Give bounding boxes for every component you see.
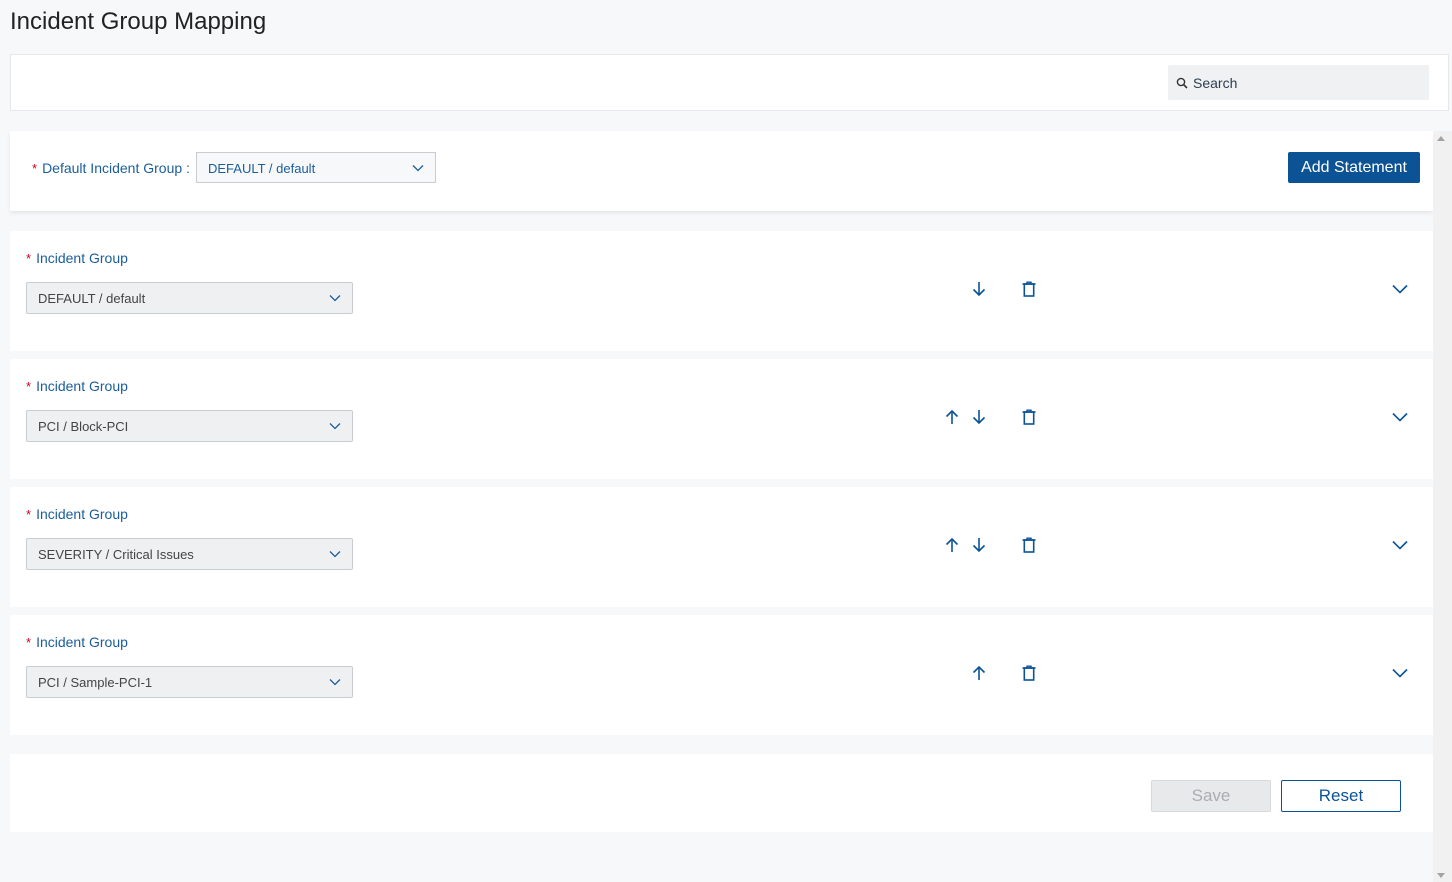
content-area: * Default Incident Group : DEFAULT / defa… xyxy=(10,131,1433,882)
search-input[interactable] xyxy=(1193,74,1413,91)
default-group-label: * Default Incident Group : xyxy=(32,160,190,176)
arrow-up-icon xyxy=(945,409,959,424)
move-down-button[interactable] xyxy=(970,408,988,426)
save-button[interactable]: Save xyxy=(1151,780,1271,812)
arrow-down-icon xyxy=(972,410,986,425)
reset-button[interactable]: Reset xyxy=(1281,780,1401,812)
expand-button[interactable] xyxy=(1391,664,1409,682)
expand-button[interactable] xyxy=(1391,536,1409,554)
trash-icon xyxy=(1022,409,1036,425)
trash-icon xyxy=(1022,537,1036,553)
chevron-down-icon xyxy=(329,295,341,302)
incident-group-select[interactable]: PCI / Block-PCI xyxy=(26,410,353,442)
add-statement-button[interactable]: Add Statement xyxy=(1288,152,1420,183)
scroll-up-arrow-icon[interactable] xyxy=(1437,136,1445,141)
page-title: Incident Group Mapping xyxy=(10,8,267,35)
required-mark: * xyxy=(32,161,38,176)
incident-group-value: SEVERITY / Critical Issues xyxy=(38,547,194,562)
statement-label: * Incident Group xyxy=(26,378,128,394)
delete-button[interactable] xyxy=(1020,664,1038,682)
expand-button[interactable] xyxy=(1391,280,1409,298)
statement-card: * Incident Group SEVERITY / Critical Issu… xyxy=(10,487,1433,607)
arrow-up-icon xyxy=(972,665,986,680)
statement-label-text: Incident Group xyxy=(36,378,128,394)
chevron-down-icon xyxy=(1392,284,1408,294)
arrow-down-icon xyxy=(972,538,986,553)
chevron-down-icon xyxy=(329,679,341,686)
statement-label-text: Incident Group xyxy=(36,506,128,522)
required-mark: * xyxy=(26,251,32,266)
chevron-down-icon xyxy=(1392,412,1408,422)
trash-icon xyxy=(1022,281,1036,297)
delete-button[interactable] xyxy=(1020,408,1038,426)
search-box[interactable] xyxy=(1168,65,1429,100)
statement-label-text: Incident Group xyxy=(36,250,128,266)
search-icon xyxy=(1176,77,1188,89)
arrow-up-icon xyxy=(945,537,959,552)
scroll-down-arrow-icon[interactable] xyxy=(1437,873,1445,878)
statement-label: * Incident Group xyxy=(26,250,128,266)
move-down-button[interactable] xyxy=(970,280,988,298)
move-up-button[interactable] xyxy=(943,536,961,554)
search-bar xyxy=(10,54,1449,111)
default-group-label-text: Default Incident Group xyxy=(42,160,183,176)
chevron-down-icon xyxy=(329,423,341,430)
statement-card: * Incident Group PCI / Block-PCI xyxy=(10,359,1433,479)
statement-label: * Incident Group xyxy=(26,634,128,650)
incident-group-select[interactable]: SEVERITY / Critical Issues xyxy=(26,538,353,570)
chevron-down-icon xyxy=(412,165,424,172)
default-group-select[interactable]: DEFAULT / default xyxy=(196,152,436,183)
chevron-down-icon xyxy=(1392,668,1408,678)
move-down-button[interactable] xyxy=(970,536,988,554)
statement-label-text: Incident Group xyxy=(36,634,128,650)
arrow-down-icon xyxy=(972,282,986,297)
incident-group-select[interactable]: PCI / Sample-PCI-1 xyxy=(26,666,353,698)
incident-group-value: DEFAULT / default xyxy=(38,291,146,306)
default-group-value: DEFAULT / default xyxy=(208,161,316,176)
required-mark: * xyxy=(26,507,32,522)
required-mark: * xyxy=(26,635,32,650)
vertical-scrollbar[interactable] xyxy=(1433,131,1452,882)
expand-button[interactable] xyxy=(1391,408,1409,426)
default-group-card: * Default Incident Group : DEFAULT / defa… xyxy=(10,131,1433,211)
chevron-down-icon xyxy=(329,551,341,558)
required-mark: * xyxy=(26,379,32,394)
label-separator: : xyxy=(186,160,190,176)
incident-group-value: PCI / Block-PCI xyxy=(38,419,129,434)
statement-card: * Incident Group PCI / Sample-PCI-1 xyxy=(10,615,1433,735)
incident-group-value: PCI / Sample-PCI-1 xyxy=(38,675,153,690)
statement-card: * Incident Group DEFAULT / default xyxy=(10,231,1433,351)
trash-icon xyxy=(1022,665,1036,681)
footer-actions: Save Reset xyxy=(10,754,1433,832)
chevron-down-icon xyxy=(1392,540,1408,550)
delete-button[interactable] xyxy=(1020,280,1038,298)
incident-group-select[interactable]: DEFAULT / default xyxy=(26,282,353,314)
statement-label: * Incident Group xyxy=(26,506,128,522)
delete-button[interactable] xyxy=(1020,536,1038,554)
move-up-button[interactable] xyxy=(970,664,988,682)
move-up-button[interactable] xyxy=(943,408,961,426)
